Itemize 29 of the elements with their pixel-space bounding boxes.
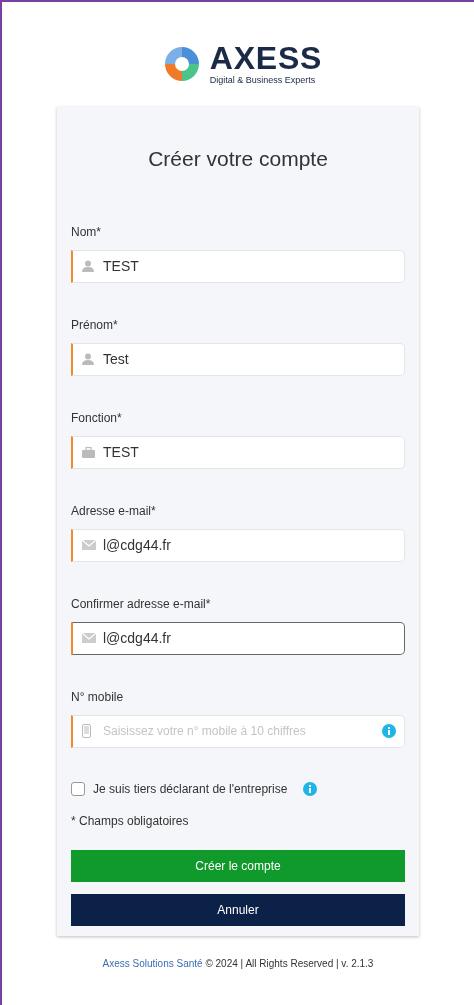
required-fields-note: * Champs obligatoires <box>71 812 190 830</box>
person-icon <box>82 353 94 365</box>
footer-link[interactable]: Axess Solutions Santé <box>102 957 203 969</box>
logo-wordmark: AXESS <box>209 42 323 74</box>
input-field[interactable]: TEST <box>71 435 405 469</box>
briefcase-icon <box>82 446 95 458</box>
checkbox[interactable] <box>71 781 85 796</box>
field-label: Adresse e-mail* <box>71 502 157 520</box>
person-icon <box>82 260 94 272</box>
checkbox-label: Je suis tiers déclarant de l'entreprise <box>93 780 288 798</box>
field-label: Confirmer adresse e-mail* <box>71 595 212 613</box>
field-label: Fonction* <box>71 409 123 427</box>
info-icon <box>303 781 318 796</box>
phone-icon <box>82 724 91 738</box>
input-field[interactable]: Saisissez votre n° mobile à 10 chiffres <box>71 714 405 748</box>
envelope-icon <box>82 540 96 550</box>
cancel-button[interactable]: Annuler <box>71 893 405 926</box>
field-label: N° mobile <box>71 688 125 706</box>
input-field[interactable]: l@cdg44.fr <box>71 528 405 562</box>
input-field[interactable]: Test <box>71 342 405 376</box>
form-title: Créer votre compte <box>147 146 329 172</box>
logo-tagline: Digital & Business Experts <box>209 76 317 85</box>
input-field[interactable]: l@cdg44.fr <box>71 621 405 655</box>
envelope-icon <box>82 633 96 643</box>
input-field[interactable]: TEST <box>71 249 405 283</box>
create-account-button[interactable]: Créer le compte <box>71 849 405 882</box>
field-label: Nom* <box>71 223 102 241</box>
field-label: Prénom* <box>71 316 119 334</box>
footer-text: Axess Solutions Santé © 2024 | All Rights Reserved | v. 2.1.3 <box>102 956 374 971</box>
